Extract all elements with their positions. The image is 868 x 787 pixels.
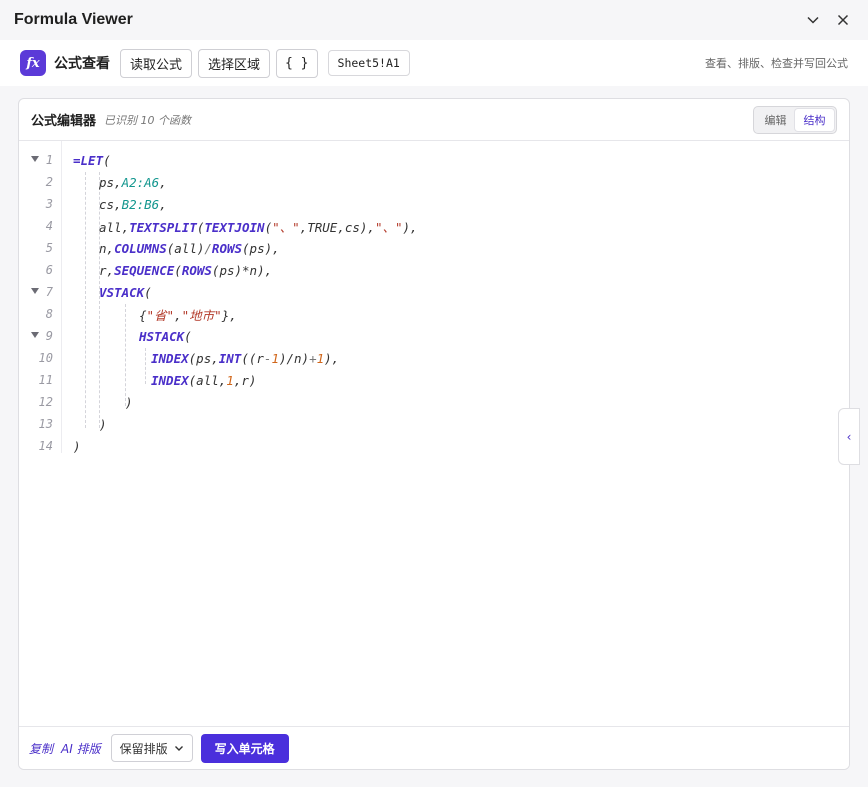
- line-number: 3: [45, 197, 53, 211]
- code-line: 6 r,SEQUENCE(ROWS(ps)*n),: [19, 259, 839, 281]
- line-number: 4: [45, 219, 53, 233]
- chevron-left-icon: ‹: [846, 429, 852, 444]
- code-line: 2 ps,A2:A6,: [19, 171, 839, 193]
- code-text: ): [73, 438, 81, 454]
- code-editor[interactable]: 1 =LET( 2 ps,A2:A6, 3 cs,B2:B6, 4 all,TE…: [19, 141, 849, 728]
- select-range-button[interactable]: 选择区域: [198, 48, 271, 78]
- fx-logo-icon: fx: [20, 50, 46, 76]
- code-line: 13 ): [19, 413, 839, 435]
- code-text: ps,A2:A6,: [99, 174, 167, 190]
- line-number: 1: [45, 153, 53, 167]
- view-mode-toggle: 编辑 结构: [753, 106, 837, 134]
- line-number: 2: [45, 175, 53, 189]
- line-number: 6: [45, 263, 53, 277]
- app-name: 公式查看: [54, 56, 110, 72]
- line-number: 8: [45, 307, 53, 321]
- line-number: 7: [45, 285, 53, 299]
- code-line: 8 {"省","地市"},: [19, 303, 839, 325]
- mode-edit-tab[interactable]: 编辑: [756, 109, 795, 131]
- code-text: cs,B2:B6,: [99, 196, 167, 212]
- collapse-button[interactable]: [803, 10, 823, 30]
- formula-editor-panel: 公式编辑器 已识别 10 个函数 编辑 结构 1 =LET( 2 ps,A2:A…: [18, 98, 850, 770]
- code-line: 14 ): [19, 435, 839, 457]
- line-number: 9: [45, 329, 53, 343]
- code-line: 12 ): [19, 391, 839, 413]
- function-count: 已识别 10 个函数: [104, 113, 192, 127]
- format-mode-value: 保留排版: [119, 741, 168, 756]
- code-text: INDEX(ps,INT((r-1)/n)+1),: [151, 350, 340, 366]
- code-text: HSTACK(: [139, 328, 192, 344]
- code-text: all,TEXTSPLIT(TEXTJOIN("、",TRUE,cs),"、")…: [99, 219, 418, 235]
- toolbar-hint: 查看、排版、检查并写回公式: [705, 57, 848, 70]
- toolbar: fx 公式查看 读取公式 选择区域 { } Sheet5!A1 查看、排版、检查…: [0, 40, 868, 86]
- code-line: 3 cs,B2:B6,: [19, 193, 839, 215]
- braces-button[interactable]: { }: [276, 48, 318, 78]
- code-text: {"省","地市"},: [139, 307, 237, 323]
- format-mode-select[interactable]: 保留排版: [110, 734, 193, 762]
- code-text: ): [99, 416, 107, 432]
- line-number: 13: [38, 417, 53, 431]
- code-text: INDEX(all,1,r): [151, 372, 257, 388]
- close-icon: [837, 14, 849, 26]
- code-text: VSTACK(: [99, 284, 152, 300]
- side-panel-toggle[interactable]: ‹: [838, 408, 860, 465]
- mode-structure-tab[interactable]: 结构: [795, 109, 834, 131]
- close-button[interactable]: [833, 10, 853, 30]
- code-line: 1 =LET(: [19, 149, 839, 171]
- code-line: 10 INDEX(ps,INT((r-1)/n)+1),: [19, 347, 839, 369]
- line-number: 14: [38, 439, 53, 453]
- line-number: 10: [38, 351, 53, 365]
- copy-link[interactable]: 复制: [29, 740, 53, 757]
- panel-header: 公式编辑器 已识别 10 个函数 编辑 结构: [19, 99, 849, 141]
- write-cell-button[interactable]: 写入单元格: [200, 733, 289, 763]
- line-number: 12: [38, 395, 53, 409]
- chevron-down-icon: [174, 746, 183, 751]
- ai-format-link[interactable]: AI 排版: [61, 740, 101, 757]
- panel-title: 公式编辑器: [31, 114, 97, 129]
- code-line: 4 all,TEXTSPLIT(TEXTJOIN("、",TRUE,cs),"、…: [19, 215, 839, 237]
- line-number: 5: [45, 241, 53, 255]
- code-text: ): [125, 394, 133, 410]
- line-number: 11: [38, 373, 53, 387]
- read-formula-button[interactable]: 读取公式: [120, 48, 193, 78]
- title-bar: Formula Viewer: [0, 0, 868, 40]
- code-line: 9 HSTACK(: [19, 325, 839, 347]
- code-line: 5 n,COLUMNS(all)/ROWS(ps),: [19, 237, 839, 259]
- window-title: Formula Viewer: [14, 11, 133, 28]
- code-text: n,COLUMNS(all)/ROWS(ps),: [99, 240, 280, 256]
- code-text: =LET(: [73, 152, 111, 168]
- code-line: 7 VSTACK(: [19, 281, 839, 303]
- editor-footer: 复制 AI 排版 保留排版 写入单元格: [19, 726, 849, 769]
- code-line: 11 INDEX(all,1,r): [19, 369, 839, 391]
- chevron-down-icon: [807, 16, 819, 24]
- code-text: r,SEQUENCE(ROWS(ps)*n),: [99, 262, 273, 278]
- cell-reference-badge[interactable]: Sheet5!A1: [327, 50, 410, 76]
